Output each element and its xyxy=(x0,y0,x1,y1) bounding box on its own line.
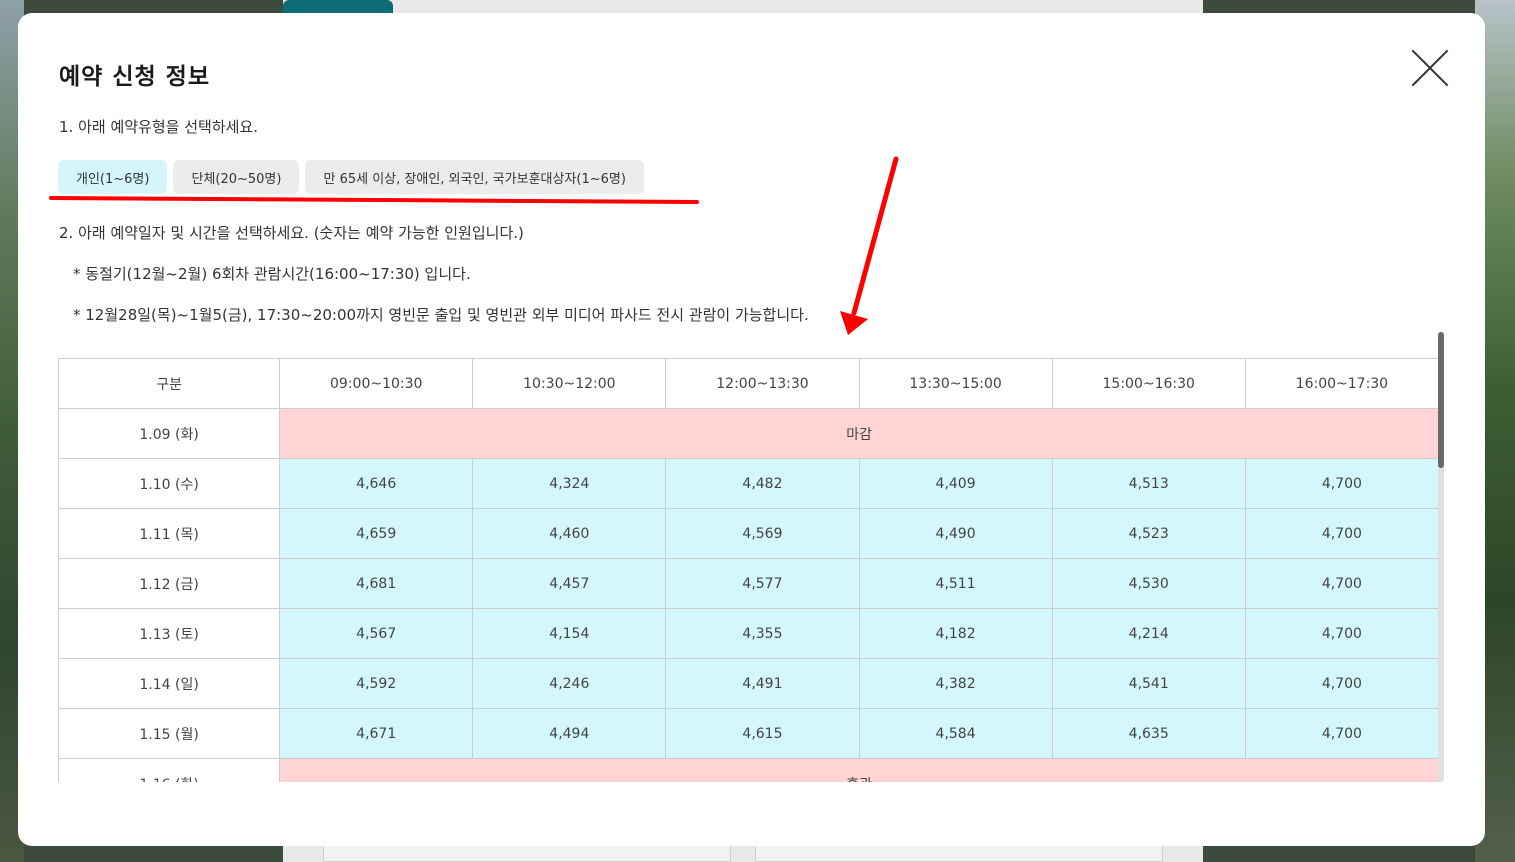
reservation-type-group: 개인(1~6명) 단체(20~50명) 만 65세 이상, 장애인, 외국인, … xyxy=(58,160,644,194)
table-header-row: 구분 09:00~10:30 10:30~12:00 12:00~13:30 1… xyxy=(58,358,1440,409)
arrow-icon xyxy=(840,156,899,335)
slot-cell[interactable]: 4,511 xyxy=(858,558,1053,609)
slot-cell[interactable]: 4,671 xyxy=(279,708,474,759)
slot-cell[interactable]: 4,491 xyxy=(665,658,860,709)
step2-instruction: 2. 아래 예약일자 및 시간을 선택하세요. (숫자는 예약 가능한 인원입니… xyxy=(59,224,524,242)
step1-instruction: 1. 아래 예약유형을 선택하세요. xyxy=(59,118,258,136)
slot-cell[interactable]: 4,409 xyxy=(858,458,1053,509)
date-cell: 1.16 (화) xyxy=(58,758,281,782)
slot-cell[interactable]: 4,592 xyxy=(279,658,474,709)
slot-cell[interactable]: 4,541 xyxy=(1051,658,1246,709)
slot-cell[interactable]: 4,577 xyxy=(665,558,860,609)
slot-cell[interactable]: 4,214 xyxy=(1051,608,1246,659)
close-icon[interactable] xyxy=(1412,50,1448,86)
slot-cell[interactable]: 4,355 xyxy=(665,608,860,659)
reservation-modal: 예약 신청 정보 1. 아래 예약유형을 선택하세요. 개인(1~6명) 단체(… xyxy=(18,13,1485,846)
header-cell: 10:30~12:00 xyxy=(472,358,667,409)
slot-cell[interactable]: 4,700 xyxy=(1244,708,1440,759)
slot-cell[interactable]: 4,457 xyxy=(472,558,667,609)
slot-cell[interactable]: 4,523 xyxy=(1051,508,1246,559)
slot-cell[interactable]: 4,182 xyxy=(858,608,1053,659)
date-cell: 1.10 (수) xyxy=(58,458,281,509)
table-row: 1.14 (일) 4,592 4,246 4,491 4,382 4,541 4… xyxy=(58,658,1440,709)
header-cell: 09:00~10:30 xyxy=(279,358,474,409)
header-cell: 12:00~13:30 xyxy=(665,358,860,409)
slot-cell[interactable]: 4,460 xyxy=(472,508,667,559)
type-special-button[interactable]: 만 65세 이상, 장애인, 외국인, 국가보훈대상자(1~6명) xyxy=(305,160,644,194)
slot-cell[interactable]: 4,382 xyxy=(858,658,1053,709)
slot-cell[interactable]: 4,700 xyxy=(1244,658,1440,709)
header-cell: 구분 xyxy=(58,358,281,409)
modal-title: 예약 신청 정보 xyxy=(59,64,210,90)
date-cell: 1.09 (화) xyxy=(58,408,281,459)
slot-cell[interactable]: 4,635 xyxy=(1051,708,1246,759)
background-page-tab xyxy=(283,0,393,14)
table-row: 1.09 (화) 마감 xyxy=(58,408,1439,459)
slot-cell[interactable]: 4,530 xyxy=(1051,558,1246,609)
slot-cell[interactable]: 4,482 xyxy=(665,458,860,509)
slot-cell[interactable]: 4,513 xyxy=(1051,458,1246,509)
table-row: 1.16 (화) 휴관 xyxy=(58,758,1439,782)
slot-cell[interactable]: 4,700 xyxy=(1244,508,1440,559)
slot-cell[interactable]: 4,700 xyxy=(1244,608,1440,659)
date-cell: 1.15 (월) xyxy=(58,708,281,759)
date-cell: 1.14 (일) xyxy=(58,658,281,709)
schedule-table-container: 구분 09:00~10:30 10:30~12:00 12:00~13:30 1… xyxy=(58,358,1440,782)
header-cell: 13:30~15:00 xyxy=(858,358,1053,409)
table-row: 1.15 (월) 4,671 4,494 4,615 4,584 4,635 4… xyxy=(58,708,1440,759)
slot-cell[interactable]: 4,154 xyxy=(472,608,667,659)
media-facade-note: * 12월28일(목)~1월5(금), 17:30~20:00까지 영빈문 출입… xyxy=(73,306,809,324)
slot-cell[interactable]: 4,646 xyxy=(279,458,474,509)
annotation-underline xyxy=(48,196,700,204)
closed-cell: 휴관 xyxy=(279,758,1439,782)
header-cell: 16:00~17:30 xyxy=(1244,358,1440,409)
schedule-table: 구분 09:00~10:30 10:30~12:00 12:00~13:30 1… xyxy=(58,358,1440,782)
table-row: 1.10 (수) 4,646 4,324 4,482 4,409 4,513 4… xyxy=(58,458,1440,509)
date-cell: 1.13 (토) xyxy=(58,608,281,659)
closed-cell: 마감 xyxy=(279,408,1439,459)
slot-cell[interactable]: 4,246 xyxy=(472,658,667,709)
slot-cell[interactable]: 4,700 xyxy=(1244,458,1440,509)
winter-note: * 동절기(12월~2월) 6회차 관람시간(16:00~17:30) 입니다. xyxy=(73,265,471,283)
slot-cell[interactable]: 4,494 xyxy=(472,708,667,759)
scrollbar-thumb[interactable] xyxy=(1438,332,1444,468)
slot-cell[interactable]: 4,700 xyxy=(1244,558,1440,609)
table-scrollbar[interactable] xyxy=(1438,332,1444,782)
slot-cell[interactable]: 4,681 xyxy=(279,558,474,609)
type-group-button[interactable]: 단체(20~50명) xyxy=(173,160,300,194)
slot-cell[interactable]: 4,324 xyxy=(472,458,667,509)
slot-cell[interactable]: 4,584 xyxy=(858,708,1053,759)
header-cell: 15:00~16:30 xyxy=(1051,358,1246,409)
slot-cell[interactable]: 4,569 xyxy=(665,508,860,559)
date-cell: 1.11 (목) xyxy=(58,508,281,559)
slot-cell[interactable]: 4,490 xyxy=(858,508,1053,559)
slot-cell[interactable]: 4,659 xyxy=(279,508,474,559)
table-row: 1.12 (금) 4,681 4,457 4,577 4,511 4,530 4… xyxy=(58,558,1440,609)
slot-cell[interactable]: 4,615 xyxy=(665,708,860,759)
type-individual-button[interactable]: 개인(1~6명) xyxy=(58,160,168,194)
slot-cell[interactable]: 4,567 xyxy=(279,608,474,659)
table-row: 1.13 (토) 4,567 4,154 4,355 4,182 4,214 4… xyxy=(58,608,1440,659)
date-cell: 1.12 (금) xyxy=(58,558,281,609)
table-row: 1.11 (목) 4,659 4,460 4,569 4,490 4,523 4… xyxy=(58,508,1440,559)
